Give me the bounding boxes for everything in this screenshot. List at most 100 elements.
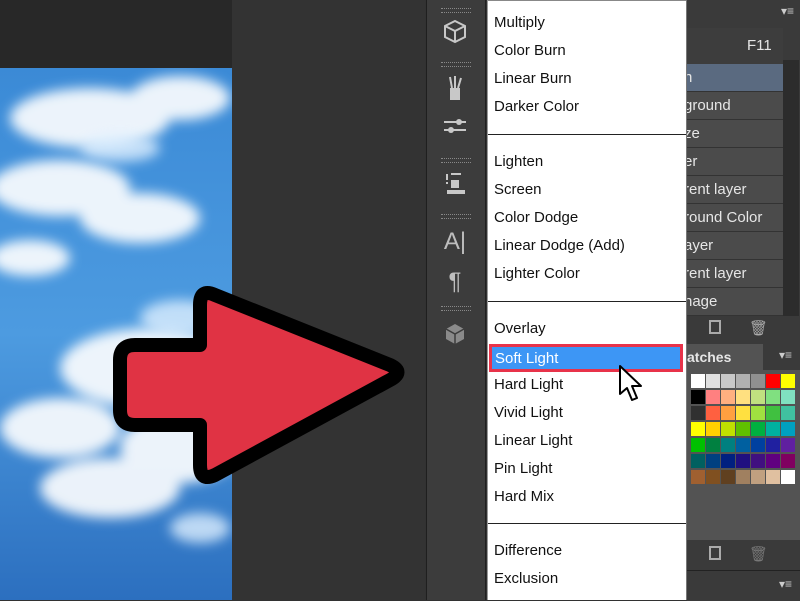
color-swatch[interactable]: [751, 470, 765, 484]
panel-grip[interactable]: [441, 214, 471, 219]
panel-menu-icon[interactable]: ▾≡: [779, 577, 792, 591]
brush-icon[interactable]: [439, 72, 471, 104]
color-swatch[interactable]: [751, 422, 765, 436]
menu-item-darker-color[interactable]: Darker Color: [494, 96, 579, 118]
menu-item-hard-light[interactable]: Hard Light: [494, 374, 563, 396]
menu-item-lighter-color[interactable]: Lighter Color: [494, 263, 580, 285]
color-swatch[interactable]: [751, 438, 765, 452]
color-swatch[interactable]: [691, 374, 705, 388]
color-swatch[interactable]: [691, 406, 705, 420]
action-row-label: ground: [687, 97, 731, 114]
action-row[interactable]: ayer: [687, 232, 783, 260]
color-swatch[interactable]: [781, 470, 795, 484]
color-swatch[interactable]: [691, 454, 705, 468]
color-swatch[interactable]: [751, 406, 765, 420]
tab-swatches[interactable]: atches: [687, 344, 763, 370]
menu-item-screen[interactable]: Screen: [494, 179, 542, 201]
action-row[interactable]: ze: [687, 120, 783, 148]
color-swatch[interactable]: [766, 374, 780, 388]
color-swatch[interactable]: [721, 374, 735, 388]
stamp-icon[interactable]: [439, 168, 471, 200]
color-swatch[interactable]: [781, 454, 795, 468]
color-swatch[interactable]: [781, 374, 795, 388]
menu-item-color-burn[interactable]: Color Burn: [494, 40, 566, 62]
color-swatch[interactable]: [706, 390, 720, 404]
panel-menu-icon[interactable]: ▾≡: [779, 348, 792, 362]
action-row[interactable]: n: [687, 64, 783, 92]
color-swatch[interactable]: [721, 470, 735, 484]
color-swatch[interactable]: [721, 454, 735, 468]
menu-item-difference[interactable]: Difference: [494, 540, 562, 562]
menu-item-overlay[interactable]: Overlay: [494, 318, 546, 340]
action-row[interactable]: rent layer: [687, 260, 783, 288]
color-swatch[interactable]: [766, 406, 780, 420]
color-swatch[interactable]: [766, 470, 780, 484]
color-swatch[interactable]: [781, 422, 795, 436]
menu-item-soft-light[interactable]: Soft Light: [489, 344, 683, 372]
color-swatch[interactable]: [736, 406, 750, 420]
color-swatch[interactable]: [721, 422, 735, 436]
color-swatch[interactable]: [691, 390, 705, 404]
panel-grip[interactable]: [441, 8, 471, 13]
color-swatch[interactable]: [766, 390, 780, 404]
color-swatch[interactable]: [781, 438, 795, 452]
color-swatch[interactable]: [781, 390, 795, 404]
color-swatch[interactable]: [751, 390, 765, 404]
menu-item-multiply[interactable]: Multiply: [494, 12, 545, 34]
action-row-label: ayer: [687, 237, 714, 254]
panel-grip[interactable]: [441, 62, 471, 67]
color-swatch[interactable]: [751, 454, 765, 468]
action-row[interactable]: round Color: [687, 204, 783, 232]
new-swatch-icon[interactable]: [709, 546, 721, 560]
color-swatch[interactable]: [766, 422, 780, 436]
panel-grip[interactable]: [441, 158, 471, 163]
menu-item-vivid-light[interactable]: Vivid Light: [494, 402, 563, 424]
menu-item-pin-light[interactable]: Pin Light: [494, 458, 552, 480]
menu-separator: [488, 523, 686, 524]
action-row[interactable]: ground: [687, 92, 783, 120]
menu-item-linear-burn[interactable]: Linear Burn: [494, 68, 572, 90]
color-swatch[interactable]: [706, 406, 720, 420]
color-swatch[interactable]: [706, 454, 720, 468]
cube-icon[interactable]: [439, 16, 471, 48]
shortcut-row[interactable]: F11: [687, 28, 783, 64]
color-swatch[interactable]: [706, 438, 720, 452]
actions-scrollbar[interactable]: [783, 60, 799, 316]
color-swatch[interactable]: [721, 406, 735, 420]
color-swatch[interactable]: [691, 470, 705, 484]
color-swatch[interactable]: [721, 390, 735, 404]
menu-item-lighten[interactable]: Lighten: [494, 151, 543, 173]
new-action-icon[interactable]: [709, 320, 721, 334]
menu-item-exclusion[interactable]: Exclusion: [494, 568, 558, 590]
trash-icon[interactable]: 🗑: [749, 545, 768, 563]
action-row[interactable]: nage: [687, 288, 783, 316]
menu-separator: [488, 301, 686, 302]
color-swatch[interactable]: [721, 438, 735, 452]
action-row[interactable]: er: [687, 148, 783, 176]
trash-icon[interactable]: 🗑: [749, 319, 768, 337]
color-swatch[interactable]: [736, 390, 750, 404]
action-row[interactable]: rent layer: [687, 176, 783, 204]
menu-item-linear-light[interactable]: Linear Light: [494, 430, 572, 452]
color-swatch[interactable]: [706, 470, 720, 484]
menu-item-hard-mix[interactable]: Hard Mix: [494, 486, 554, 508]
color-swatch[interactable]: [706, 374, 720, 388]
color-swatch[interactable]: [706, 422, 720, 436]
color-swatch[interactable]: [781, 406, 795, 420]
adjust-icon[interactable]: [439, 110, 471, 142]
color-swatch[interactable]: [736, 470, 750, 484]
menu-top-edge: [488, 0, 686, 1]
color-swatch[interactable]: [766, 438, 780, 452]
color-swatch[interactable]: [736, 374, 750, 388]
color-swatch[interactable]: [736, 422, 750, 436]
color-swatch[interactable]: [736, 454, 750, 468]
menu-separator: [488, 134, 686, 135]
color-swatch[interactable]: [751, 374, 765, 388]
menu-item-color-dodge[interactable]: Color Dodge: [494, 207, 578, 229]
color-swatch[interactable]: [691, 422, 705, 436]
menu-item-linear-dodge[interactable]: Linear Dodge (Add): [494, 235, 625, 257]
color-swatch[interactable]: [691, 438, 705, 452]
panel-menu-icon[interactable]: ▾≡: [781, 4, 794, 18]
color-swatch[interactable]: [736, 438, 750, 452]
color-swatch[interactable]: [766, 454, 780, 468]
